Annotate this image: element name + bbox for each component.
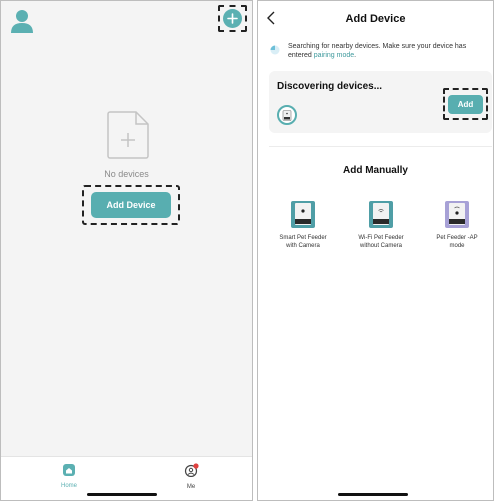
discovering-title: Discovering devices... [277,81,383,92]
add-device-plus-button[interactable] [218,5,247,32]
bottom-tab-bar: Home Me [1,456,252,500]
searching-suffix: . [354,52,357,59]
product-name: Smart Pet Feeder with Camera [279,235,327,249]
tab-me[interactable]: Me [171,463,211,490]
notification-dot [192,463,199,469]
add-button[interactable]: Add [448,94,483,114]
tab-home-label: Home [60,483,77,489]
no-devices-text: No devices [104,169,149,179]
add-manually-title: Add Manually [342,165,408,176]
searching-icon [270,45,280,55]
empty-document-icon [107,111,149,159]
home-indicator [87,493,157,496]
add-device-screen: Add Device Searching for nearby devices.… [257,0,494,501]
product-pet-feeder-ap-mode[interactable]: Pet Feeder -AP mode [422,197,492,250]
discovered-device-thumbnail [277,105,297,125]
section-divider [269,146,492,147]
pairing-mode-link[interactable]: pairing mode [314,52,354,59]
product-name: Wi-Fi Pet Feeder without Camera [358,235,404,249]
home-indicator [338,493,408,496]
plus-icon [223,9,242,28]
tab-me-label: Me [186,484,196,490]
add-device-highlight: Add Device [82,185,180,225]
product-wifi-pet-feeder[interactable]: Wi-Fi Pet Feeder without Camera [346,197,416,250]
discovering-card: Discovering devices... Add [269,71,492,133]
home-icon [63,464,75,476]
product-name: Pet Feeder -AP mode [436,235,478,249]
pet-feeder-ap-icon [445,201,469,228]
add-device-button[interactable]: Add Device [91,192,171,218]
pet-feeder-camera-icon [291,201,315,228]
user-avatar-icon[interactable] [11,9,33,33]
pet-feeder-icon [282,109,292,121]
tab-home[interactable]: Home [49,463,89,489]
product-smart-pet-feeder-camera[interactable]: Smart Pet Feeder with Camera [268,197,338,250]
searching-message: Searching for nearby devices. Make sure … [288,42,486,60]
pet-feeder-wifi-icon [369,201,393,228]
home-screen: No devices Add Device Home Me [0,0,253,501]
add-highlight: Add [443,88,488,120]
profile-icon [184,463,199,478]
page-title: Add Device [345,13,406,25]
